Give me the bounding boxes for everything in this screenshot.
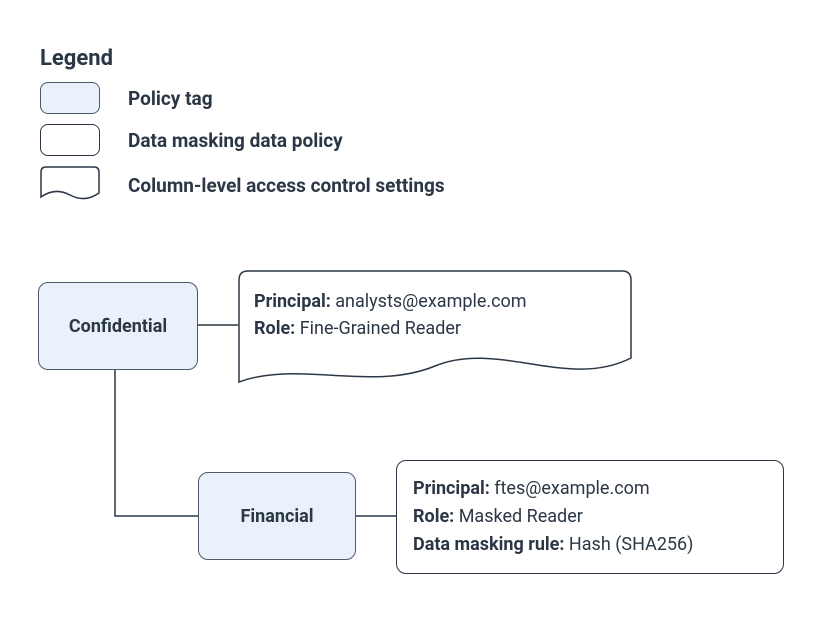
field-val-principal: ftes@example.com [494,478,649,499]
clacs-swatch-icon [40,166,100,204]
connector-line [356,511,396,521]
legend-label: Policy tag [128,87,213,110]
connector-line [198,320,238,330]
field-key-principal: Principal: [413,478,490,499]
field-key-rule: Data masking rule: [413,534,564,555]
policy-tag-swatch-icon [40,82,100,114]
connector-elbow [114,370,208,518]
legend-title: Legend [40,46,113,71]
clacs-card-confidential: Principal: analysts@example.com Role: Fi… [238,270,632,390]
policy-tag-financial: Financial [198,472,356,560]
policy-tag-confidential: Confidential [38,282,198,370]
field-val-rule: Hash (SHA256) [569,534,694,555]
mask-policy-card-financial: Principal: ftes@example.com Role: Masked… [396,460,784,574]
field-key-principal: Principal: [254,291,331,312]
legend-row-mask-policy: Data masking data policy [40,124,343,156]
clacs-fields: Principal: analysts@example.com Role: Fi… [254,288,527,342]
field-val-principal: analysts@example.com [335,291,526,312]
legend-row-clacs: Column-level access control settings [40,166,445,204]
policy-tag-label: Confidential [69,316,167,337]
field-val-role: Fine-Grained Reader [300,318,461,339]
field-key-role: Role: [413,506,454,527]
field-val-role: Masked Reader [459,506,583,527]
field-key-role: Role: [254,318,295,339]
policy-tag-label: Financial [241,506,314,527]
legend-label: Data masking data policy [128,129,343,152]
legend-label: Column-level access control settings [128,174,445,197]
mask-policy-swatch-icon [40,124,100,156]
legend-row-policy-tag: Policy tag [40,82,213,114]
diagram-canvas: Legend Policy tag Data masking data poli… [0,0,820,640]
